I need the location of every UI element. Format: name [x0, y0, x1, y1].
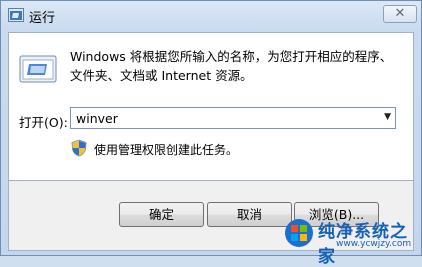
dialog-body: Windows 将根据您所输入的名称，为您打开相应的程序、文件夹、文档或 Int…	[8, 32, 414, 181]
open-input[interactable]: winver	[76, 111, 118, 126]
chevron-down-icon[interactable]: ▼	[384, 112, 391, 122]
uac-shield-icon	[71, 139, 87, 157]
windows-logo-icon	[285, 219, 313, 247]
close-icon: ✕	[394, 6, 406, 21]
program-run-icon	[19, 55, 57, 83]
title-bar[interactable]: 运行 ✕	[1, 1, 421, 31]
run-icon	[8, 8, 24, 22]
watermark-url: www.ycwjzy.com	[336, 239, 412, 249]
open-label: 打开(O):	[19, 115, 68, 130]
site-watermark: 纯净系统之家 www.ycwjzy.com	[276, 214, 422, 267]
ok-button[interactable]: 确定	[119, 202, 204, 227]
close-button[interactable]: ✕	[383, 5, 417, 23]
window-title: 运行	[29, 11, 56, 26]
admin-note: 使用管理权限创建此任务。	[94, 143, 239, 157]
dialog-description: Windows 将根据您所输入的名称，为您打开相应的程序、文件夹、文档或 Int…	[70, 49, 393, 83]
open-combobox[interactable]: winver ▼	[70, 107, 396, 129]
